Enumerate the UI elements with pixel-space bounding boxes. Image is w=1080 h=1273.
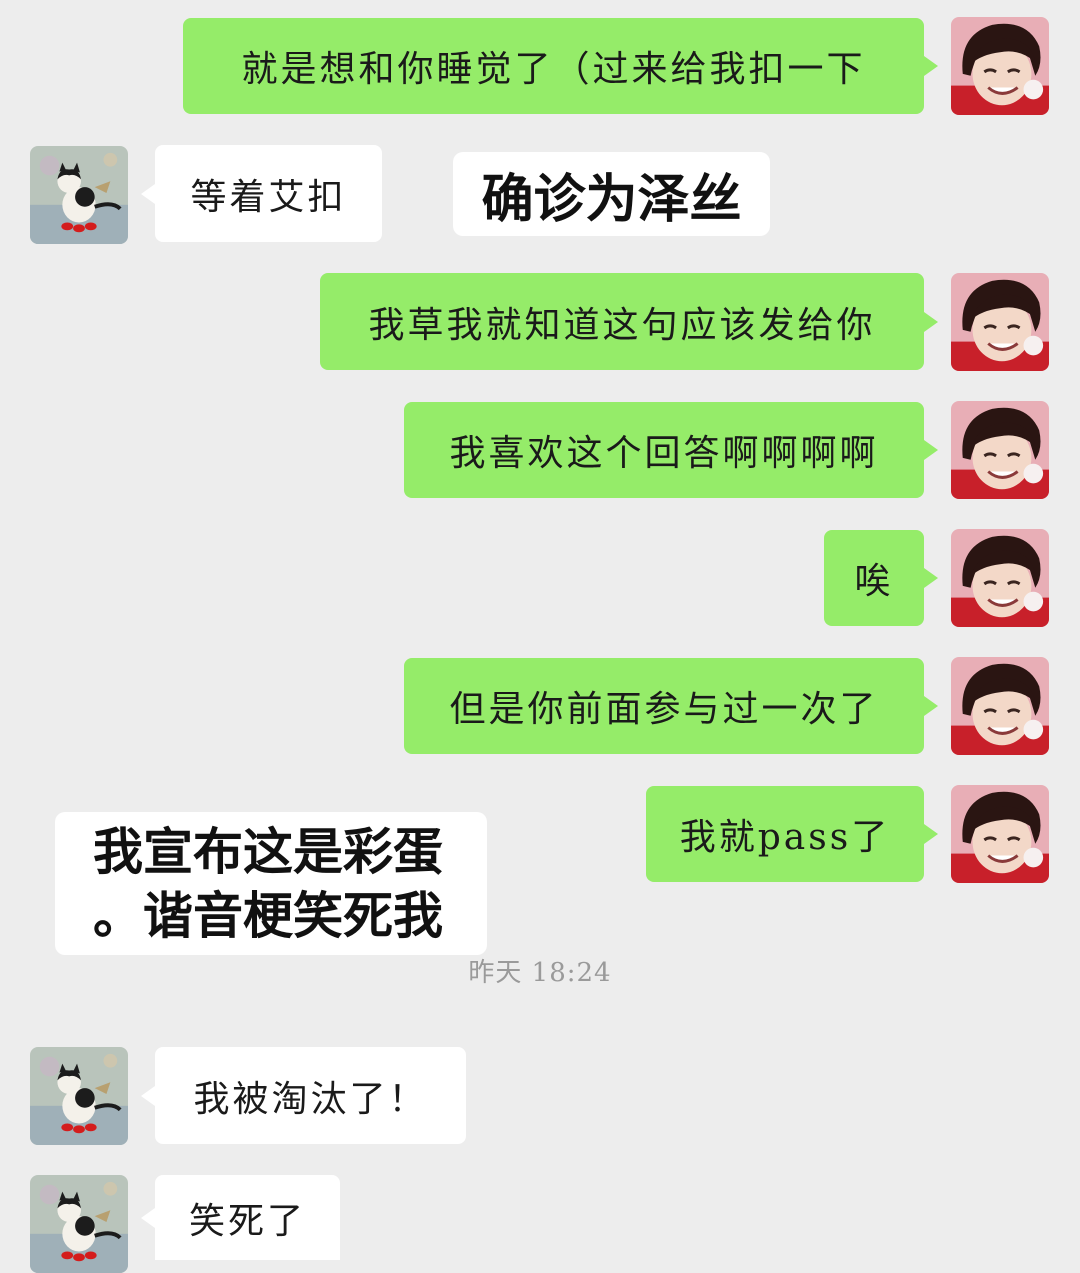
self-avatar[interactable] — [951, 273, 1049, 371]
message-bubble-outgoing[interactable]: 就是想和你睡觉了（过来给我扣一下 — [183, 18, 938, 114]
message-timestamp: 昨天 18:24 — [468, 958, 612, 988]
message-bubble-incoming[interactable]: 笑死了 — [141, 1175, 340, 1260]
message-text: 但是你前面参与过一次了 — [449, 689, 879, 730]
message-bubble-incoming[interactable]: 我被淘汰了！ — [141, 1047, 466, 1144]
overlay-caption-line: 。谐音梗笑死我 — [93, 886, 443, 945]
message-text: 我被淘汰了！ — [193, 1078, 428, 1120]
message-text: 我草我就知道这句应该发给你 — [368, 304, 876, 346]
self-avatar[interactable] — [951, 785, 1049, 883]
message-text: 等着艾扣 — [190, 176, 347, 218]
self-avatar[interactable] — [951, 401, 1049, 499]
overlay-caption: 我宣布这是彩蛋 。谐音梗笑死我 — [55, 812, 487, 955]
overlay-caption: 确诊为泽丝 — [453, 152, 770, 236]
message-text: 就是想和你睡觉了（过来给我扣一下 — [241, 49, 866, 90]
contact-avatar[interactable] — [30, 1047, 128, 1145]
message-bubble-incoming[interactable]: 等着艾扣 — [141, 145, 382, 242]
message-bubble-outgoing[interactable]: 我就pass了 — [646, 786, 938, 882]
message-bubble-outgoing[interactable]: 我草我就知道这句应该发给你 — [320, 273, 938, 370]
overlay-caption-line: 我宣布这是彩蛋 — [93, 822, 443, 881]
overlay-caption-text: 确诊为泽丝 — [481, 169, 742, 230]
message-text: 唉 — [854, 561, 894, 602]
message-bubble-outgoing[interactable]: 唉 — [824, 530, 938, 626]
message-bubble-outgoing[interactable]: 但是你前面参与过一次了 — [404, 658, 938, 754]
self-avatar[interactable] — [951, 657, 1049, 755]
message-text: 我喜欢这个回答啊啊啊啊 — [449, 433, 879, 474]
message-bubble-outgoing[interactable]: 我喜欢这个回答啊啊啊啊 — [404, 402, 938, 498]
contact-avatar[interactable] — [30, 1175, 128, 1273]
message-text: 我就pass了 — [679, 817, 891, 858]
self-avatar[interactable] — [951, 17, 1049, 115]
self-avatar[interactable] — [951, 529, 1049, 627]
message-text: 笑死了 — [188, 1200, 306, 1242]
contact-avatar[interactable] — [30, 146, 128, 244]
